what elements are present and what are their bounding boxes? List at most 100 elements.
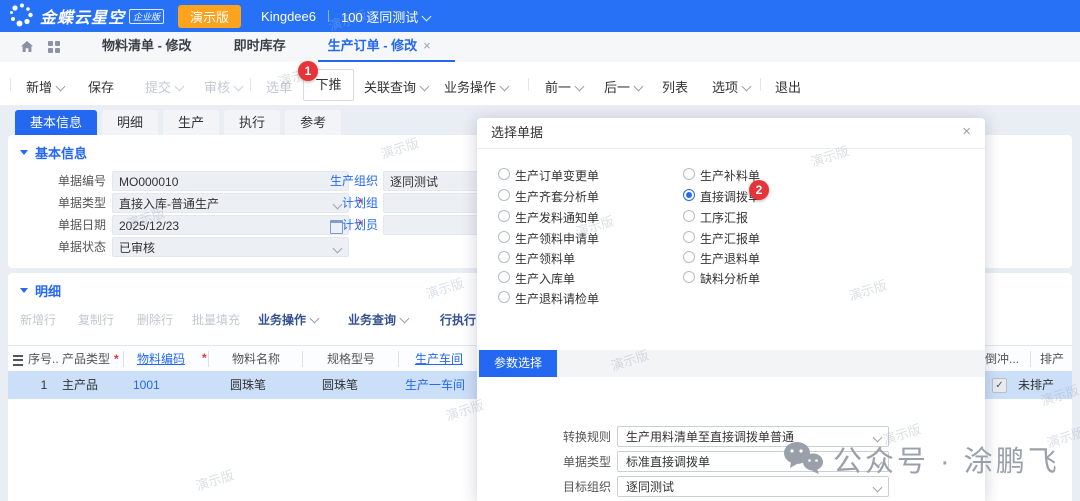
radio-label[interactable]: 生产订单变更单 (515, 167, 599, 184)
radio-label[interactable]: 生产领料单 (515, 250, 575, 267)
grid-menu-icon[interactable] (13, 355, 23, 366)
cell-material-code-link[interactable]: 1001 (133, 371, 160, 399)
previous-button[interactable]: 前一 (545, 77, 583, 96)
business-operation-button[interactable]: 业务操作 (444, 77, 508, 96)
cell-material-name: 圆珠笔 (230, 371, 266, 399)
bill-type-select[interactable]: 标准直接调拨单 (617, 451, 889, 472)
chevron-down-icon (873, 433, 883, 443)
col-seq: 序号.. (28, 346, 60, 372)
radio-picking-request[interactable] (498, 231, 510, 243)
radio-issue-notice[interactable] (498, 210, 510, 222)
radio-instock-bill[interactable] (498, 271, 510, 283)
radio-label[interactable]: 生产退料单 (700, 250, 760, 267)
pick-bill-button: 选单 (266, 77, 292, 96)
submit-button: 提交 (145, 77, 183, 96)
col-spec: 规格型号 (304, 346, 398, 372)
edition-badge: 企业版 (129, 9, 164, 24)
radio-label[interactable]: 生产领料申请单 (515, 230, 599, 247)
list-button[interactable]: 列表 (662, 77, 688, 96)
chevron-down-icon (873, 458, 883, 468)
chevron-down-icon (634, 82, 644, 92)
cell-workshop-link[interactable]: 生产一车间 (405, 371, 465, 399)
radio-shortage-analysis[interactable] (683, 271, 695, 283)
tab-basic-info[interactable]: 基本信息 (15, 110, 97, 135)
exit-button[interactable]: 退出 (775, 77, 801, 96)
close-tab-icon[interactable]: × (423, 38, 431, 53)
radio-label[interactable]: 缺料分析单 (700, 270, 760, 287)
tab-label: 即时库存 (234, 38, 286, 53)
rule-row: 转换规则 生产用料清单至直接调拨单普通 (477, 426, 985, 448)
radio-picking-bill[interactable] (498, 251, 510, 263)
basic-section-header[interactable]: 基本信息 (20, 143, 87, 162)
related-query-button[interactable]: 关联查询 (364, 77, 428, 96)
row-execute-button[interactable]: 行执行 (440, 309, 476, 331)
bill-type-label: 单据类型 (515, 451, 611, 473)
app-window: 金蝶云星空 企业版 演示版 Kingdee6 100 逐同测试 物料清单 - 修… (0, 0, 1080, 501)
rule-label: 转换规则 (515, 426, 611, 448)
target-org-select[interactable]: 逐同测试 (617, 476, 889, 497)
tab-production-order[interactable]: 生产订单 - 修改× (328, 32, 431, 62)
radio-label[interactable]: 生产补料单 (700, 167, 760, 184)
radio-prod-report[interactable] (683, 231, 695, 243)
col-workshop[interactable]: 生产车间 (400, 346, 478, 372)
push-down-button[interactable]: 下推 1 (303, 69, 354, 101)
toolbar-divider (250, 78, 251, 91)
tab-reference[interactable]: 参考 (285, 110, 341, 135)
chevron-down-icon (575, 82, 585, 92)
tab-detail[interactable]: 明细 (102, 110, 158, 135)
radio-return-inspect[interactable] (498, 291, 510, 303)
rule-select[interactable]: 生产用料清单至直接调拨单普通 (617, 426, 889, 447)
radio-label[interactable]: 生产入库单 (515, 270, 575, 287)
apps-grid-icon[interactable] (48, 41, 60, 53)
plan-group-label[interactable]: 计划组 (282, 193, 378, 213)
organization-switcher[interactable]: 100 逐同测试 (341, 7, 418, 26)
planner-label[interactable]: 计划员 (282, 215, 378, 235)
new-button[interactable]: 新增 (26, 77, 64, 96)
radio-label[interactable]: 生产发料通知单 (515, 209, 599, 226)
topbar-separator (328, 10, 329, 22)
brand-title: 金蝶云星空 (40, 4, 125, 28)
column-divider (1030, 351, 1031, 367)
detail-section-header[interactable]: 明细 (20, 281, 61, 300)
close-dialog-icon[interactable]: × (962, 123, 971, 140)
doc-no-label: 单据编号 (10, 171, 106, 191)
doc-status-label: 单据状态 (10, 237, 106, 257)
save-button[interactable]: 保存 (88, 77, 114, 96)
next-button[interactable]: 后一 (604, 77, 642, 96)
radio-label[interactable]: 生产退料请检单 (515, 290, 599, 307)
backflush-checkbox[interactable]: ✓ (992, 378, 1007, 393)
tab-production[interactable]: 生产 (163, 110, 219, 135)
form-tabs: 基本信息 明细 生产 执行 参考 (15, 110, 341, 135)
radio-material-return[interactable] (683, 251, 695, 263)
doc-status-select[interactable]: 已审核 (112, 237, 349, 257)
add-row-button: 新增行 (20, 309, 56, 331)
tab-realtime-inventory[interactable]: 即时库存 (234, 32, 286, 62)
row-business-operation-button[interactable]: 业务操作 (258, 309, 318, 331)
tab-param-select[interactable]: 参数选择 (479, 350, 557, 377)
row-business-query-button[interactable]: 业务查询 (348, 309, 408, 331)
radio-label[interactable]: 生产汇报单 (700, 230, 760, 247)
guide-step-2-badge: 2 (749, 180, 769, 200)
radio-process-report[interactable] (683, 210, 695, 222)
radio-kitting-analysis[interactable] (498, 189, 510, 201)
tab-label: 物料清单 - 修改 (102, 38, 192, 53)
username-label: Kingdee6 (261, 9, 316, 24)
tab-material-bom[interactable]: 物料清单 - 修改 (102, 32, 192, 62)
target-org-row: 目标组织 逐同测试 (477, 476, 985, 498)
radio-label[interactable]: 生产齐套分析单 (515, 188, 599, 205)
tab-execution[interactable]: 执行 (224, 110, 280, 135)
radio-feeding-bill[interactable] (683, 168, 695, 180)
home-icon[interactable] (20, 40, 34, 54)
radio-direct-transfer-selected[interactable] (683, 189, 695, 201)
options-button[interactable]: 选项 (712, 77, 750, 96)
doc-date-label: 单据日期 (10, 215, 106, 235)
org-label[interactable]: 生产组织 (282, 171, 378, 191)
chevron-down-icon[interactable] (422, 11, 432, 21)
radio-prod-order-change[interactable] (498, 168, 510, 180)
col-material-code[interactable]: 物料编码 (125, 346, 197, 372)
col-product-type: 产品类型* (62, 346, 119, 372)
select-bill-dialog: 选择单据 × 生产订单变更单 生产齐套分析单 生产发料通知单 生产领料申请单 生… (477, 118, 985, 501)
radio-label[interactable]: 工序汇报 (700, 209, 748, 226)
chevron-down-icon (234, 82, 244, 92)
chevron-down-icon (500, 82, 510, 92)
